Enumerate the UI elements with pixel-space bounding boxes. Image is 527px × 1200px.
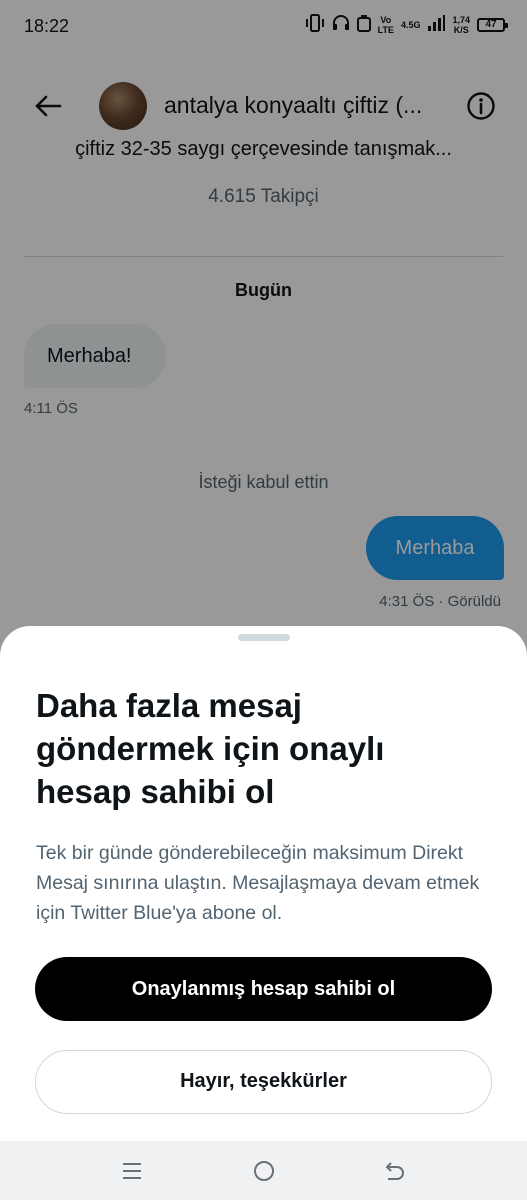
sheet-title: Daha fazla mesaj göndermek için onaylı h…	[36, 687, 385, 810]
back-nav-button[interactable]	[380, 1157, 408, 1185]
recent-apps-button[interactable]	[118, 1157, 146, 1185]
back-nav-icon	[385, 1162, 404, 1180]
get-verified-button[interactable]: Onaylanmış hesap sahibi ol	[35, 957, 492, 1021]
dm-limit-bottom-sheet: Daha fazla mesaj göndermek için onaylı h…	[0, 626, 527, 1200]
system-navigation-bar	[0, 1141, 527, 1200]
sheet-description: Tek bir günde gönderebileceğin maksimum …	[36, 842, 480, 924]
home-button[interactable]	[250, 1157, 278, 1185]
menu-icon	[123, 1163, 141, 1179]
no-thanks-button[interactable]: Hayır, teşekkürler	[35, 1050, 492, 1114]
home-circle-icon	[254, 1161, 274, 1181]
sheet-drag-handle[interactable]	[238, 634, 290, 641]
dm-conversation-screen: 18:22 Vo LTE 4.5G 1,74 K/S 47 antalya ko…	[0, 0, 527, 1200]
